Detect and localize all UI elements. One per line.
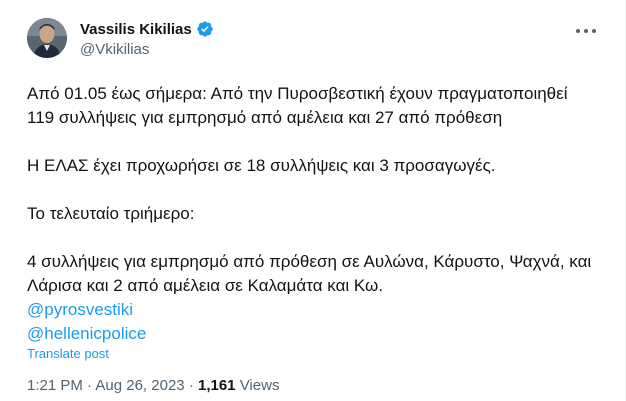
translate-post-link[interactable]: Translate post	[27, 346, 109, 361]
meta-separator: ·	[87, 377, 93, 394]
author-handle[interactable]: @Vkikilias	[80, 41, 149, 58]
tweet-time[interactable]: 1:21 PM	[27, 377, 83, 394]
tweet-line: 119 συλλήψεις για εμπρησμό από αμέλεια κ…	[27, 108, 503, 127]
avatar[interactable]	[27, 18, 67, 58]
more-options-icon[interactable]	[576, 26, 596, 36]
author-name[interactable]: Vassilis Kikilias	[80, 21, 192, 38]
tweet-body: Από 01.05 έως σήμερα: Από την Πυροσβεστι…	[27, 82, 607, 346]
tweet-meta: 1:21 PM · Aug 26, 2023 · 1,161 Views	[27, 377, 279, 394]
verified-badge-icon	[196, 20, 214, 38]
mention-link-pyrosvestiki[interactable]: @pyrosvestiki	[27, 298, 607, 322]
tweet-line: Η ΕΛΑΣ έχει προχωρήσει σε 18 συλλήψεις κ…	[27, 156, 496, 175]
views-label: Views	[239, 377, 280, 394]
tweet-date[interactable]: Aug 26, 2023	[95, 377, 184, 394]
mention-link-hellenicpolice[interactable]: @hellenicpolice	[27, 322, 607, 346]
meta-separator: ·	[188, 377, 194, 394]
author-name-row: Vassilis Kikilias	[80, 20, 214, 38]
tweet-line: 4 συλλήψεις για εμπρησμό από πρόθεση σε …	[27, 252, 592, 271]
tweet-card: Vassilis Kikilias @Vkikilias Από 01.05 έ…	[0, 0, 626, 401]
tweet-line: Από 01.05 έως σήμερα: Από την Πυροσβεστι…	[27, 84, 568, 103]
tweet-line: Λάρισα και 2 από αμέλεια σε Καλαμάτα και…	[27, 276, 384, 295]
views-count: 1,161	[197, 377, 236, 394]
tweet-line: Το τελευταίο τριήμερο:	[27, 204, 195, 223]
